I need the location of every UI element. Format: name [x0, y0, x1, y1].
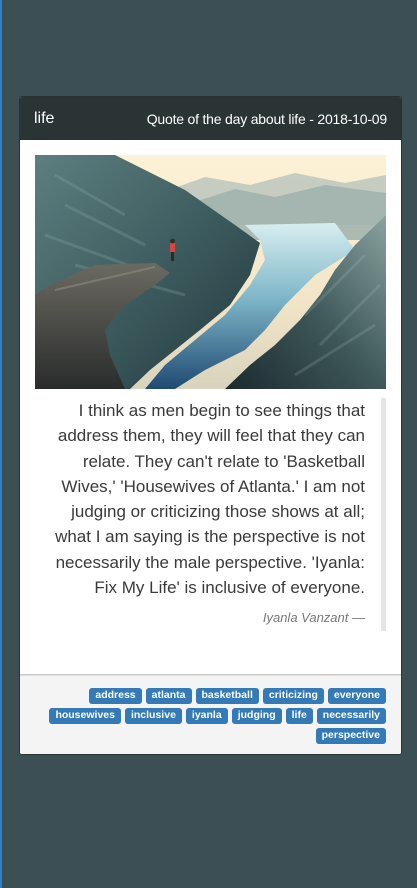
tag-iyanla[interactable]: iyanla: [185, 708, 228, 724]
quote-text: I think as men begin to see things that …: [55, 401, 365, 598]
quote-author: Iyanla Vanzant —: [262, 610, 365, 626]
card-body: I think as men begin to see things that …: [20, 140, 401, 675]
tag-necessarily[interactable]: necessarily: [316, 708, 386, 724]
tag-address[interactable]: address: [89, 688, 142, 704]
page-edge-accent: [0, 0, 2, 888]
category-label: life: [34, 109, 55, 127]
tag-everyone[interactable]: everyone: [327, 688, 386, 704]
quote-blockquote: I think as men begin to see things that …: [35, 398, 386, 632]
tag-inclusive[interactable]: inclusive: [124, 708, 182, 724]
tag-list: address atlanta basketball criticizing e…: [40, 688, 386, 744]
tag-life[interactable]: life: [285, 708, 313, 724]
quote-title: Quote of the day about life - 2018-10-09: [146, 110, 387, 127]
tag-atlanta[interactable]: atlanta: [145, 688, 192, 704]
tag-basketball[interactable]: basketball: [195, 688, 259, 704]
tag-judging[interactable]: judging: [231, 708, 282, 724]
landscape-photo: [35, 155, 386, 389]
tag-criticizing[interactable]: criticizing: [262, 688, 324, 704]
card-header: life Quote of the day about life - 2018-…: [20, 97, 401, 140]
tag-perspective[interactable]: perspective: [315, 728, 386, 744]
quote-card: life Quote of the day about life - 2018-…: [19, 96, 402, 755]
tag-housewives[interactable]: housewives: [49, 708, 121, 724]
card-footer: address atlanta basketball criticizing e…: [20, 675, 401, 754]
